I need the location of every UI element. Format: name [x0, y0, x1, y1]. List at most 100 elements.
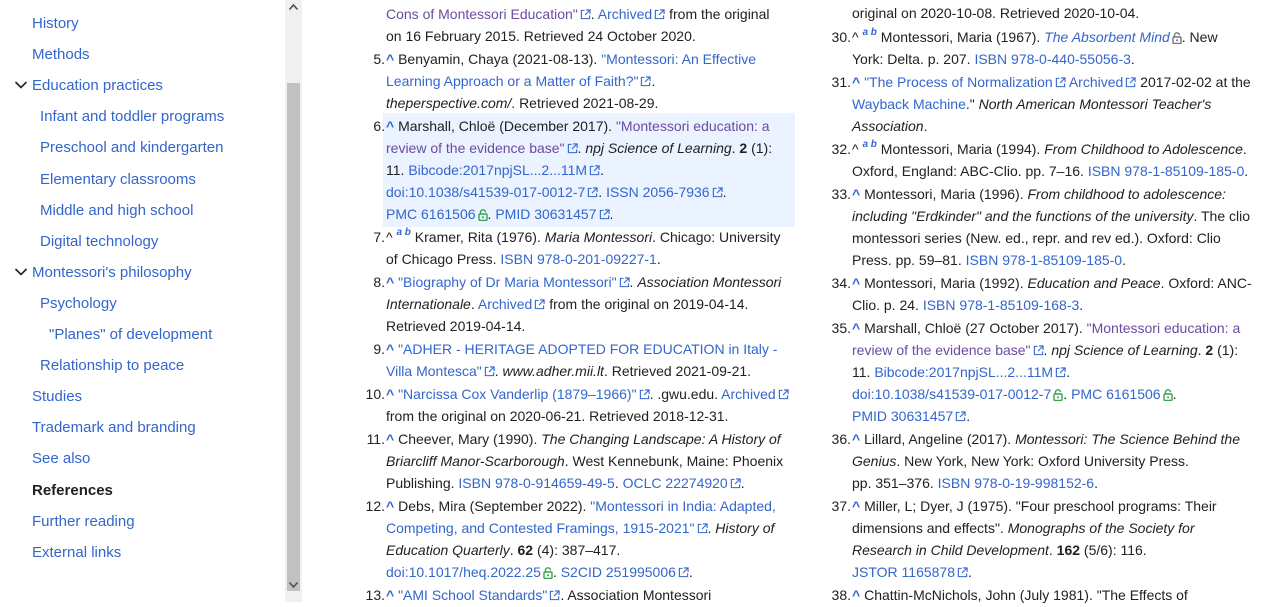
citation-link[interactable]: Bibcode [874, 364, 925, 380]
external-link-icon[interactable] [678, 562, 689, 578]
toc-item-methods[interactable]: Methods [32, 45, 90, 65]
external-link-icon[interactable] [654, 4, 665, 20]
toc-item-further-reading[interactable]: Further reading [32, 512, 135, 532]
backlink-caret[interactable]: ^ [386, 118, 398, 134]
backlink-caret[interactable]: ^ [386, 51, 398, 67]
external-link-icon[interactable] [697, 518, 708, 534]
external-link-icon[interactable] [599, 204, 610, 220]
toc-item-elementary-classrooms[interactable]: Elementary classrooms [40, 170, 196, 190]
external-link-icon[interactable] [1055, 362, 1066, 378]
citation-link[interactable]: 978-0-201-09227-1 [537, 251, 657, 267]
citation-link[interactable]: 978-1-85109-185-0 [1002, 252, 1122, 268]
citation-link[interactable]: review of the evidence base" [386, 140, 565, 156]
citation-link[interactable]: 30631457 [891, 408, 953, 424]
scroll-thumb[interactable] [287, 83, 300, 591]
backlink-caret[interactable]: ^ [386, 431, 398, 447]
citation-link[interactable]: PMID [495, 206, 530, 222]
citation-link[interactable]: "Biography of Dr Maria Montessori" [398, 274, 616, 290]
citation-link[interactable]: 10.1017/heq.2022.25 [409, 564, 541, 580]
citation-link[interactable]: "Montessori in India: Adapted, [590, 498, 776, 514]
citation-link[interactable]: review of the evidence base" [852, 342, 1031, 358]
toc-item-psychology[interactable]: Psychology [40, 294, 117, 314]
toc-item-planes-of-development[interactable]: "Planes" of development [49, 325, 212, 345]
external-link-icon[interactable] [589, 160, 600, 176]
citation-link[interactable]: "Montessori education: a [616, 118, 770, 134]
backlink-caret[interactable]: ^ [386, 386, 398, 402]
citation-link[interactable]: ISBN [938, 475, 971, 491]
backlink-caret[interactable]: ^ [852, 587, 864, 603]
toc-item-middle-and-high-school[interactable]: Middle and high school [40, 201, 193, 221]
citation-link[interactable]: doi [386, 184, 405, 200]
backlink-caret[interactable]: ^ [852, 74, 864, 90]
external-link-icon[interactable] [639, 384, 650, 400]
citation-link[interactable]: 978-1-85109-185-0 [1124, 163, 1244, 179]
citation-link[interactable]: ISBN [1088, 163, 1121, 179]
citation-link[interactable]: Archived [721, 386, 775, 402]
citation-link[interactable]: doi [386, 564, 405, 580]
external-link-icon[interactable] [534, 294, 545, 310]
citation-link[interactable]: 978-0-19-998152-6 [974, 475, 1094, 491]
toc-item-preschool-and-kindergarten[interactable]: Preschool and kindergarten [40, 138, 223, 158]
citation-link[interactable]: "AMI School Standards" [398, 587, 547, 603]
external-link-icon[interactable] [1033, 340, 1044, 356]
citation-link[interactable]: 22274920 [665, 475, 727, 491]
citation-link[interactable]: Competing, and Contested Framings, 1915-… [386, 520, 695, 536]
external-link-icon[interactable] [640, 71, 652, 87]
citation-link[interactable]: Archived [598, 6, 652, 22]
citation-link[interactable]: PMC [386, 206, 417, 222]
citation-link[interactable]: 2017npjSL...2...11M [929, 364, 1053, 380]
external-link-icon[interactable] [587, 182, 598, 198]
citation-link[interactable]: "Narcissa Cox Vanderlip (1879–1966)" [398, 386, 636, 402]
citation-link[interactable]: Cons of Montessori Education" [386, 6, 578, 22]
toc-item-relationship-to-peace[interactable]: Relationship to peace [40, 356, 184, 376]
toc-item-studies[interactable]: Studies [32, 387, 82, 407]
citation-link[interactable]: ISBN [458, 475, 491, 491]
citation-link[interactable]: ISBN [923, 297, 956, 313]
citation-link[interactable]: Learning Approach or a Matter of Faith?" [386, 73, 638, 89]
external-link-icon[interactable] [580, 4, 591, 20]
external-link-icon[interactable] [567, 138, 578, 154]
toc-item-digital-technology[interactable]: Digital technology [40, 232, 158, 252]
citation-link[interactable]: ISBN [500, 251, 533, 267]
external-link-icon[interactable] [730, 473, 741, 489]
citation-link[interactable]: 30631457 [534, 206, 596, 222]
toc-item-education-practices[interactable]: Education practices [32, 76, 163, 96]
toc-item-references[interactable]: References [32, 481, 113, 501]
backlink-caret[interactable]: ^ [386, 341, 398, 357]
external-link-icon[interactable] [955, 406, 966, 422]
toc-item-see-also[interactable]: See also [32, 449, 90, 469]
toc-item-montessori-s-philosophy[interactable]: Montessori's philosophy [32, 263, 192, 283]
citation-link[interactable]: 2017npjSL...2...11M [463, 162, 587, 178]
backlink-caret[interactable]: ^ [852, 431, 864, 447]
backlink-caret[interactable]: ^ [852, 320, 864, 336]
external-link-icon[interactable] [778, 384, 789, 400]
citation-link[interactable]: 10.1038/s41539-017-0012-7 [409, 184, 586, 200]
chevron-down-icon[interactable] [14, 80, 28, 94]
citation-link[interactable]: 6161506 [421, 206, 476, 222]
citation-link[interactable]: "ADHER - HERITAGE ADOPTED FOR EDUCATION … [398, 341, 777, 357]
external-link-icon[interactable] [712, 182, 723, 198]
backlink-letters[interactable]: a b [396, 227, 410, 238]
toc-item-infant-and-toddler-programs[interactable]: Infant and toddler programs [40, 107, 224, 127]
citation-link[interactable]: ISBN [966, 252, 999, 268]
citation-link[interactable]: Villa Montesca" [386, 363, 482, 379]
citation-link[interactable]: 978-0-914659-49-5 [495, 475, 615, 491]
citation-link[interactable]: ISSN [606, 184, 639, 200]
backlink-letters[interactable]: a b [862, 27, 876, 38]
scroll-up-arrow-icon[interactable] [285, 0, 302, 17]
external-link-icon[interactable] [957, 562, 968, 578]
citation-link[interactable]: OCLC [623, 475, 662, 491]
external-link-icon[interactable] [1055, 72, 1066, 88]
backlink-letters[interactable]: a b [862, 139, 876, 150]
citation-link[interactable]: PMC [1071, 386, 1102, 402]
citation-link[interactable]: JSTOR [852, 564, 898, 580]
toc-item-history[interactable]: History [32, 14, 79, 34]
chevron-down-icon[interactable] [14, 267, 28, 281]
backlink-caret[interactable]: ^ [852, 186, 864, 202]
citation-link[interactable]: 10.1038/s41539-017-0012-7 [875, 386, 1052, 402]
citation-link[interactable]: ISBN [974, 51, 1007, 67]
external-link-icon[interactable] [1125, 72, 1136, 88]
citation-link[interactable]: 1165878 [902, 564, 955, 580]
external-link-icon[interactable] [619, 272, 630, 288]
citation-link[interactable]: Archived [478, 296, 532, 312]
